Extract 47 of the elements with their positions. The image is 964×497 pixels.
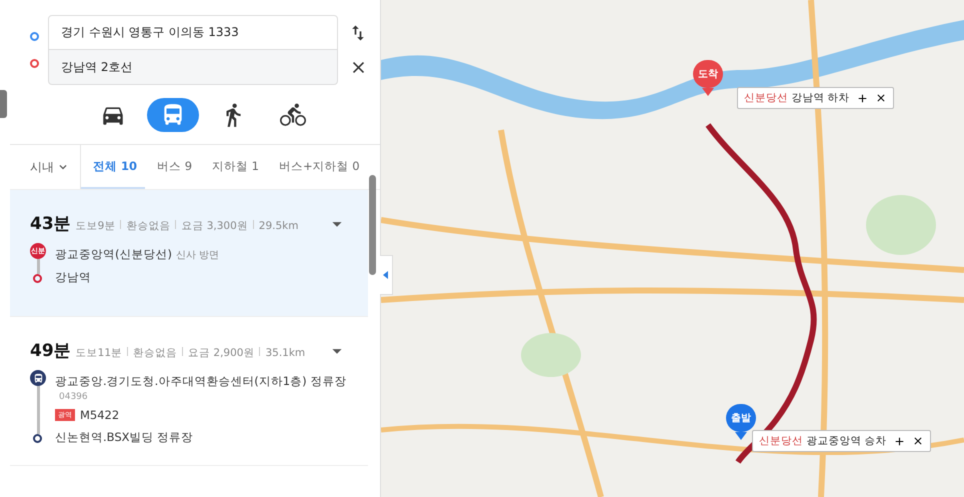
left-triangle-icon <box>383 271 389 279</box>
route-duration: 43분 <box>30 213 71 235</box>
close-icon[interactable] <box>912 435 924 447</box>
destination-dot <box>30 59 38 68</box>
destination-dot <box>33 274 42 283</box>
station-name: 광교중앙역(신분당선) <box>55 247 172 261</box>
stop-name: 신논현역.BSX빌딩 정류장 <box>55 430 194 445</box>
line-name: 신분당선 <box>744 92 788 104</box>
stop-name: 강남역 <box>55 270 91 285</box>
region-dropdown[interactable]: 시내 <box>10 145 81 189</box>
route-summary-text: 35.1km <box>265 347 306 359</box>
route-summary-text: 도보11분 <box>76 346 122 360</box>
marker-pointer-icon <box>702 88 714 96</box>
collapse-panel-button[interactable] <box>380 255 393 295</box>
bike-icon <box>280 102 306 128</box>
direction-text: 신사 방면 <box>176 250 220 261</box>
map-marker-pin[interactable]: 출발 <box>726 404 756 432</box>
stop-name: 광교중앙.경기도청.아주대역환승센터(지하1층) 정류장 <box>55 374 346 388</box>
marker-pointer-icon <box>735 432 747 440</box>
origin-field[interactable]: 경기 수원시 영통구 이의동 1333 <box>48 15 338 50</box>
callout-text: 강남역 하차 <box>791 92 850 104</box>
plus-icon[interactable] <box>892 434 906 448</box>
origin-dot <box>30 32 38 41</box>
destination-dot <box>33 434 42 443</box>
route-summary-text: 환승없음 <box>126 219 170 233</box>
stop-id: 04396 <box>59 392 89 402</box>
plus-icon[interactable] <box>856 92 869 104</box>
panel-grip[interactable] <box>0 90 7 118</box>
scrollbar-thumb[interactable] <box>369 175 376 275</box>
route-summary-text: 환승없음 <box>133 346 178 360</box>
route-summary-text: 요금 2,900원 <box>188 346 254 360</box>
route-summary-text: 요금 3,300원 <box>181 219 248 233</box>
map-marker-pin[interactable]: 도착 <box>693 60 723 88</box>
filter-tab[interactable]: 버스 9 <box>145 145 200 189</box>
callout-text: 광교중앙역 승차 <box>806 435 887 447</box>
bus-mode-button[interactable] <box>147 98 199 132</box>
line-name: 신분당선 <box>759 435 803 447</box>
close-icon[interactable] <box>874 92 887 104</box>
bus-stop-icon <box>30 370 46 386</box>
bus-number: M5422 <box>80 408 120 422</box>
map-background[interactable]: 도착 신분당선 강남역 하차 출발 신분당선 광교중앙역 승차 <box>381 0 964 497</box>
route-summary-text: 도보9분 <box>76 219 116 233</box>
filter-tab[interactable]: 버스+지하철 0 <box>267 145 368 189</box>
destination-field[interactable]: 강남역 2호선 <box>48 50 338 85</box>
route-duration: 49분 <box>30 340 71 362</box>
route-summary-text: 29.5km <box>258 220 298 232</box>
filter-tab[interactable]: 지하철 1 <box>200 145 267 189</box>
